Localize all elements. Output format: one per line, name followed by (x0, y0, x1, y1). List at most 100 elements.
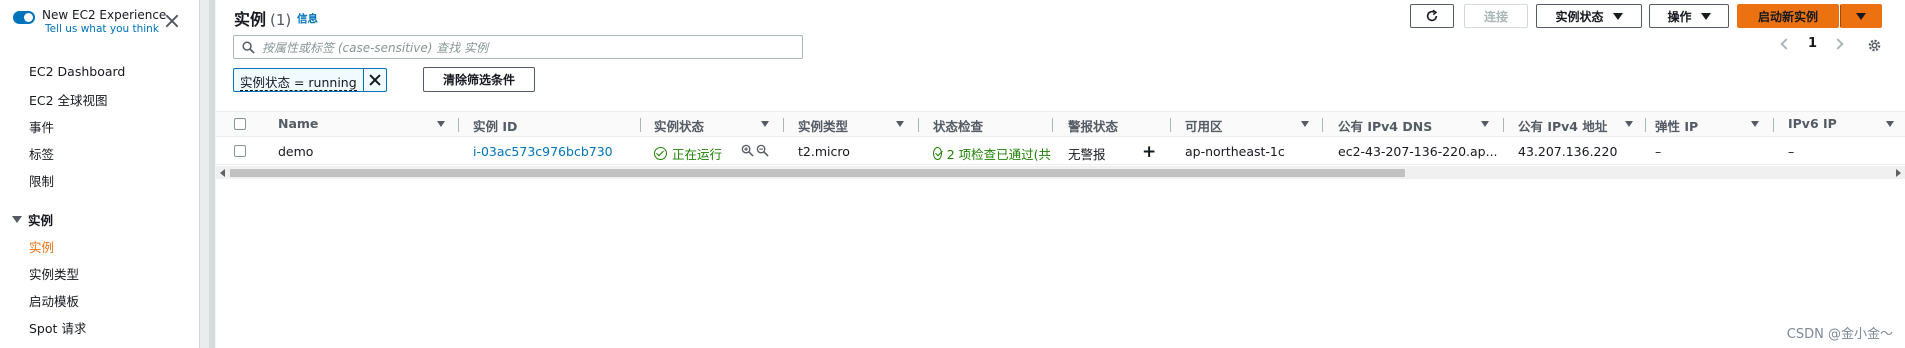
search-icon (242, 40, 255, 54)
filter-chip: 实例状态 = running (233, 68, 387, 92)
caret-down-icon (1700, 12, 1711, 20)
sort-icon[interactable] (437, 121, 445, 127)
filter-chip-text: 实例状态 = running (240, 75, 357, 91)
actions-label: 操作 (1667, 9, 1692, 24)
search-placeholder: 按属性或标签 (case-sensitive) 查找 实例 (262, 40, 489, 55)
column-divider[interactable] (1503, 118, 1504, 132)
instance-state-button[interactable]: 实例状态 (1536, 4, 1642, 28)
column-header-availability-zone[interactable]: 可用区 (1185, 116, 1223, 135)
cell-instance-id-link[interactable]: i-03ac573c976bcb730 (473, 144, 613, 159)
column-header-instance-state[interactable]: 实例状态 (654, 116, 704, 135)
sidebar-item-instance-types[interactable]: 实例类型 (29, 264, 79, 283)
new-experience-title: New EC2 Experience (42, 8, 167, 22)
sort-icon[interactable] (1301, 121, 1309, 127)
instances-panel: 实例 (1) 信息 连接 实例状态 操作 启动新实例 按属性或标签 (case-s… (216, 0, 1905, 348)
sidebar-item-global-view[interactable]: EC2 全球视图 (29, 90, 108, 109)
page-number[interactable]: 1 (1808, 36, 1817, 51)
column-header-ipv6-ip[interactable]: IPv6 IP (1788, 116, 1837, 131)
remove-filter-icon[interactable] (364, 69, 386, 91)
cell-name: demo (278, 144, 314, 159)
cell-public-ipv4-dns: ec2-43-207-136-220.ap... (1338, 144, 1498, 159)
instance-count: (1) (270, 11, 292, 29)
feedback-link[interactable]: Tell us what you think (45, 22, 166, 36)
launch-instance-button[interactable]: 启动新实例 (1737, 4, 1839, 28)
scroll-left-icon[interactable] (220, 169, 225, 177)
sidebar-item-spot-requests[interactable]: Spot 请求 (29, 318, 86, 337)
info-link[interactable]: 信息 (297, 11, 318, 26)
sidebar-item-instances[interactable]: 实例 (29, 237, 54, 256)
chevron-right-icon[interactable] (1832, 37, 1844, 50)
column-divider[interactable] (783, 118, 784, 132)
watermark: CSDN @金小金～ (1786, 327, 1893, 342)
status-check-text: 2 项检查已通过(共 (946, 147, 1051, 162)
cell-instance-state: 正在运行 (654, 144, 722, 163)
new-experience-toggle-row: New EC2 Experience Tell us what you thin… (13, 8, 166, 36)
page-title-text: 实例 (234, 10, 267, 29)
column-header-alarm-status[interactable]: 警报状态 (1068, 116, 1118, 135)
column-header-public-ipv4-address[interactable]: 公有 IPv4 地址 (1518, 116, 1607, 135)
gear-icon[interactable] (1867, 38, 1882, 53)
table-header: Name 实例 ID 实例状态 实例类型 状态检查 警报状态 可用区 公有 IP… (216, 111, 1905, 137)
new-experience-toggle[interactable] (13, 11, 35, 24)
sidebar-item-tags[interactable]: 标签 (29, 144, 54, 163)
row-checkbox[interactable] (234, 145, 246, 157)
sidebar-item-events[interactable]: 事件 (29, 117, 54, 136)
sidebar-section-label: 实例 (28, 213, 54, 228)
connect-button[interactable]: 连接 (1464, 4, 1528, 28)
column-divider[interactable] (458, 118, 459, 132)
cell-alarm-status: 无警报 (1068, 147, 1106, 162)
column-divider[interactable] (1052, 118, 1053, 132)
column-header-instance-id[interactable]: 实例 ID (473, 116, 517, 135)
cell-elastic-ip: – (1655, 144, 1662, 159)
add-alarm-icon[interactable]: + (1142, 142, 1156, 162)
cell-ipv6-ip: – (1788, 144, 1795, 159)
column-header-status-check[interactable]: 状态检查 (933, 116, 983, 135)
scroll-right-icon[interactable] (1896, 169, 1901, 177)
pagination: 1 (1780, 36, 1844, 51)
cell-availability-zone: ap-northeast-1c (1185, 144, 1285, 159)
sort-icon[interactable] (1481, 121, 1489, 127)
zoom-in-icon[interactable] (741, 144, 754, 157)
column-divider[interactable] (640, 118, 641, 132)
column-divider[interactable] (1645, 118, 1646, 132)
sort-icon[interactable] (1886, 121, 1894, 127)
sort-icon[interactable] (896, 121, 904, 127)
caret-down-icon (1612, 12, 1623, 20)
column-header-instance-type[interactable]: 实例类型 (798, 116, 848, 135)
column-header-elastic-ip[interactable]: 弹性 IP (1655, 116, 1698, 135)
column-header-public-ipv4-dns[interactable]: 公有 IPv4 DNS (1338, 116, 1432, 135)
sidebar-section-instances[interactable]: 实例 (12, 210, 53, 229)
zoom-out-icon[interactable] (756, 144, 769, 157)
success-check-icon (933, 147, 942, 160)
sort-icon[interactable] (1625, 121, 1633, 127)
select-all-checkbox[interactable] (234, 118, 246, 130)
search-input[interactable]: 按属性或标签 (case-sensitive) 查找 实例 (233, 35, 803, 59)
sidebar: New EC2 Experience Tell us what you thin… (0, 0, 200, 348)
success-check-icon (654, 147, 667, 160)
table-row[interactable]: demo i-03ac573c976bcb730 正在运行 t2.micro 2… (216, 138, 1905, 165)
close-icon[interactable] (165, 14, 179, 28)
column-divider[interactable] (918, 118, 919, 132)
launch-dropdown-button[interactable] (1840, 4, 1882, 28)
sidebar-item-ec2-dashboard[interactable]: EC2 Dashboard (29, 64, 125, 79)
column-divider[interactable] (1322, 118, 1323, 132)
sidebar-item-limits[interactable]: 限制 (29, 171, 54, 190)
sidebar-resize-handle[interactable] (209, 0, 214, 348)
refresh-icon (1426, 9, 1438, 22)
cell-status-check: 2 项检查已通过(共 (933, 144, 1051, 163)
column-divider[interactable] (1170, 118, 1171, 132)
horizontal-scrollbar[interactable] (216, 166, 1905, 179)
filter-chip-label[interactable]: 实例状态 = running (234, 69, 364, 91)
column-divider[interactable] (1773, 118, 1774, 132)
sidebar-item-launch-templates[interactable]: 启动模板 (29, 291, 79, 310)
sort-icon[interactable] (1751, 121, 1759, 127)
column-header-name[interactable]: Name (278, 116, 318, 131)
chevron-left-icon[interactable] (1780, 37, 1792, 50)
caret-down-icon (1856, 12, 1866, 20)
refresh-button[interactable] (1410, 4, 1454, 28)
scrollbar-thumb[interactable] (230, 169, 1405, 177)
clear-filters-button[interactable]: 清除筛选条件 (423, 67, 535, 92)
sort-icon[interactable] (761, 121, 769, 127)
actions-button[interactable]: 操作 (1649, 4, 1729, 28)
cell-public-ipv4-address: 43.207.136.220 (1518, 144, 1618, 159)
